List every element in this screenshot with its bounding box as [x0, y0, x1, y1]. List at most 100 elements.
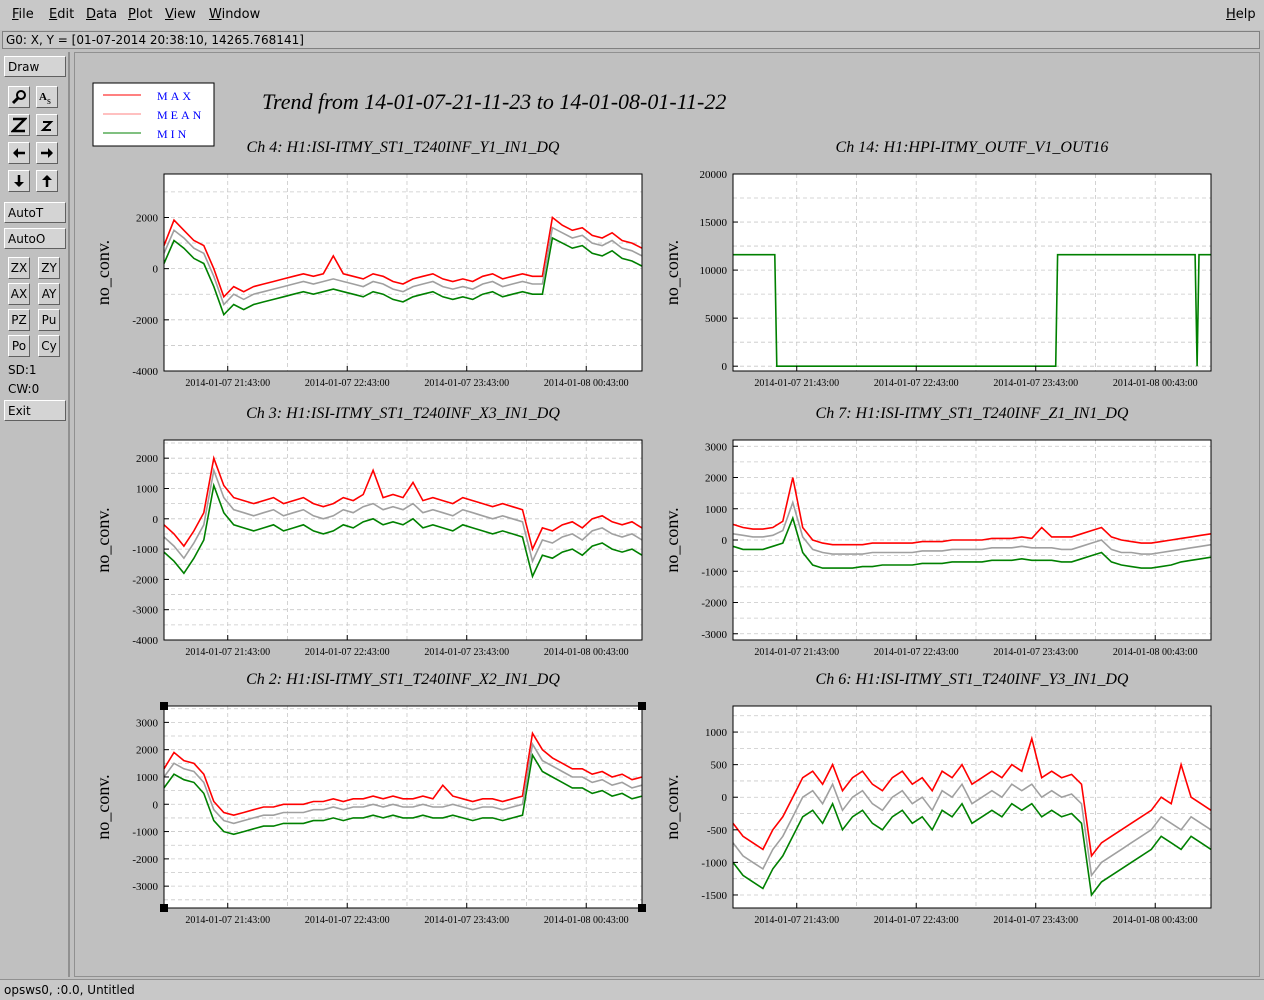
- legend: MAX MEAN MIN: [92, 82, 215, 147]
- zoom-small-icon[interactable]: [36, 114, 58, 136]
- chart-panel-4: Ch 7: H1:ISI-ITMY_ST1_T240INF_Z1_IN1_DQ 3…: [662, 405, 1212, 658]
- menu-help[interactable]: Help: [1226, 7, 1256, 22]
- exit-button[interactable]: Exit: [4, 400, 66, 421]
- menu-window[interactable]: Window: [209, 7, 260, 22]
- magnify-icon[interactable]: [8, 86, 30, 108]
- y-tick-label: 3000: [705, 441, 728, 453]
- zoom-big-icon[interactable]: [8, 114, 30, 136]
- chart-title: Ch 3: H1:ISI-ITMY_ST1_T240INF_X3_IN1_DQ: [246, 405, 560, 422]
- y-tick-label: 20000: [700, 169, 728, 181]
- po-button[interactable]: Po: [8, 335, 30, 357]
- y-tick-label: 0: [722, 535, 728, 547]
- y-tick-label: 3000: [136, 717, 159, 729]
- cw-label: CW:0: [8, 382, 40, 396]
- draw-button[interactable]: Draw: [4, 56, 66, 77]
- y-tick-label: 2000: [705, 473, 728, 485]
- x-tick-label: 2014-01-07 21:43:00: [754, 378, 839, 389]
- y-tick-label: 2000: [136, 453, 159, 465]
- autot-button[interactable]: AutoT: [4, 202, 66, 223]
- arrow-right-icon[interactable]: [36, 142, 58, 164]
- selection-handle[interactable]: [160, 702, 168, 710]
- text-icon[interactable]: As: [36, 86, 58, 108]
- legend-min-label: MIN: [157, 127, 189, 141]
- x-tick-label: 2014-01-07 23:43:00: [993, 647, 1078, 658]
- x-tick-label: 2014-01-07 21:43:00: [754, 647, 839, 658]
- menu-data[interactable]: Data: [86, 7, 117, 22]
- menu-bar: File Edit Data Plot View Window Help: [0, 0, 1264, 30]
- y-tick-label: -3000: [132, 605, 158, 617]
- y-tick-label: -2000: [132, 574, 158, 586]
- y-tick-label: -1000: [701, 566, 727, 578]
- y-tick-label: 2000: [136, 212, 159, 224]
- x-tick-label: 2014-01-07 21:43:00: [185, 647, 270, 658]
- x-tick-label: 2014-01-07 22:43:00: [305, 647, 390, 658]
- y-tick-label: -1000: [701, 857, 727, 869]
- y-tick-label: 500: [711, 760, 728, 772]
- y-tick-label: 0: [722, 361, 728, 373]
- x-tick-label: 2014-01-07 23:43:00: [424, 378, 509, 389]
- svg-text:A: A: [39, 91, 47, 103]
- y-tick-label: -2000: [132, 315, 158, 327]
- x-tick-label: 2014-01-08 00:43:00: [544, 647, 629, 658]
- x-tick-label: 2014-01-07 21:43:00: [754, 915, 839, 926]
- plot-background: [733, 174, 1211, 371]
- y-tick-label: -500: [707, 825, 728, 837]
- svg-text:s: s: [47, 96, 51, 105]
- x-tick-label: 2014-01-08 00:43:00: [1113, 378, 1198, 389]
- ax-button[interactable]: AX: [8, 283, 30, 305]
- y-tick-label: -1000: [132, 827, 158, 839]
- plot-canvas: MAX MEAN MIN Trend from 14-01-07-21-11-2…: [74, 52, 1260, 977]
- plot-background: [164, 174, 642, 371]
- x-tick-label: 2014-01-07 22:43:00: [874, 647, 959, 658]
- y-tick-label: 2000: [136, 745, 159, 757]
- legend-max-label: MAX: [157, 89, 194, 103]
- y-axis-label: no_conv.: [662, 774, 682, 839]
- menu-edit[interactable]: Edit: [49, 7, 74, 22]
- arrow-down-icon[interactable]: [8, 170, 30, 192]
- sd-label: SD:1: [8, 363, 37, 377]
- chart-panel-2: Ch 14: H1:HPI-ITMY_OUTF_V1_OUT16 20000 150…: [662, 139, 1212, 389]
- y-tick-label: 0: [722, 792, 728, 804]
- chart-panel-1: Ch 4: H1:ISI-ITMY_ST1_T240INF_Y1_IN1_DQ 2…: [93, 139, 643, 389]
- y-axis-label: no_conv.: [93, 774, 113, 839]
- zy-button[interactable]: ZY: [38, 257, 60, 279]
- y-axis-label: no_conv.: [662, 240, 682, 305]
- chart-title: Ch 14: H1:HPI-ITMY_OUTF_V1_OUT16: [836, 139, 1109, 156]
- x-tick-label: 2014-01-08 00:43:00: [544, 915, 629, 926]
- tool-panel: Draw As AutoT AutoO ZX ZY AX AY PZ Pu Po…: [0, 52, 70, 977]
- pu-button[interactable]: Pu: [38, 309, 60, 331]
- ay-button[interactable]: AY: [38, 283, 60, 305]
- cy-button[interactable]: Cy: [38, 335, 60, 357]
- y-tick-label: -3000: [132, 881, 158, 893]
- selection-handle[interactable]: [638, 702, 646, 710]
- y-tick-label: 1000: [136, 772, 159, 784]
- y-tick-label: 1000: [136, 483, 159, 495]
- menu-file[interactable]: File: [12, 7, 34, 22]
- zx-button[interactable]: ZX: [8, 257, 30, 279]
- x-tick-label: 2014-01-07 22:43:00: [874, 378, 959, 389]
- y-tick-label: 1000: [705, 727, 728, 739]
- chart-panel-3: Ch 3: H1:ISI-ITMY_ST1_T240INF_X3_IN1_DQ 2…: [93, 405, 643, 658]
- coordinate-readout-bar: G0: X, Y = [01-07-2014 20:38:10, 14265.7…: [2, 31, 1260, 49]
- menu-plot[interactable]: Plot: [128, 7, 153, 22]
- chart-panel-5: Ch 2: H1:ISI-ITMY_ST1_T240INF_X2_IN1_DQ 3…: [93, 671, 646, 926]
- x-tick-label: 2014-01-07 22:43:00: [874, 915, 959, 926]
- y-axis-label: no_conv.: [93, 240, 113, 305]
- x-tick-label: 2014-01-08 00:43:00: [1113, 647, 1198, 658]
- autoo-button[interactable]: AutoO: [4, 228, 66, 249]
- y-tick-label: 10000: [700, 265, 728, 277]
- plot-background: [733, 706, 1211, 908]
- plot-area[interactable]: MAX MEAN MIN Trend from 14-01-07-21-11-2…: [75, 53, 1259, 976]
- arrow-up-icon[interactable]: [36, 170, 58, 192]
- y-tick-label: 1000: [705, 504, 728, 516]
- x-tick-label: 2014-01-07 23:43:00: [993, 915, 1078, 926]
- pz-button[interactable]: PZ: [8, 309, 30, 331]
- selection-handle[interactable]: [638, 904, 646, 912]
- status-bar: opsws0, :0.0, Untitled: [0, 979, 1264, 1000]
- chart-title: Ch 2: H1:ISI-ITMY_ST1_T240INF_X2_IN1_DQ: [246, 671, 560, 688]
- x-tick-label: 2014-01-07 23:43:00: [424, 647, 509, 658]
- arrow-left-icon[interactable]: [8, 142, 30, 164]
- menu-view[interactable]: View: [165, 7, 196, 22]
- y-tick-label: 0: [153, 799, 159, 811]
- selection-handle[interactable]: [160, 904, 168, 912]
